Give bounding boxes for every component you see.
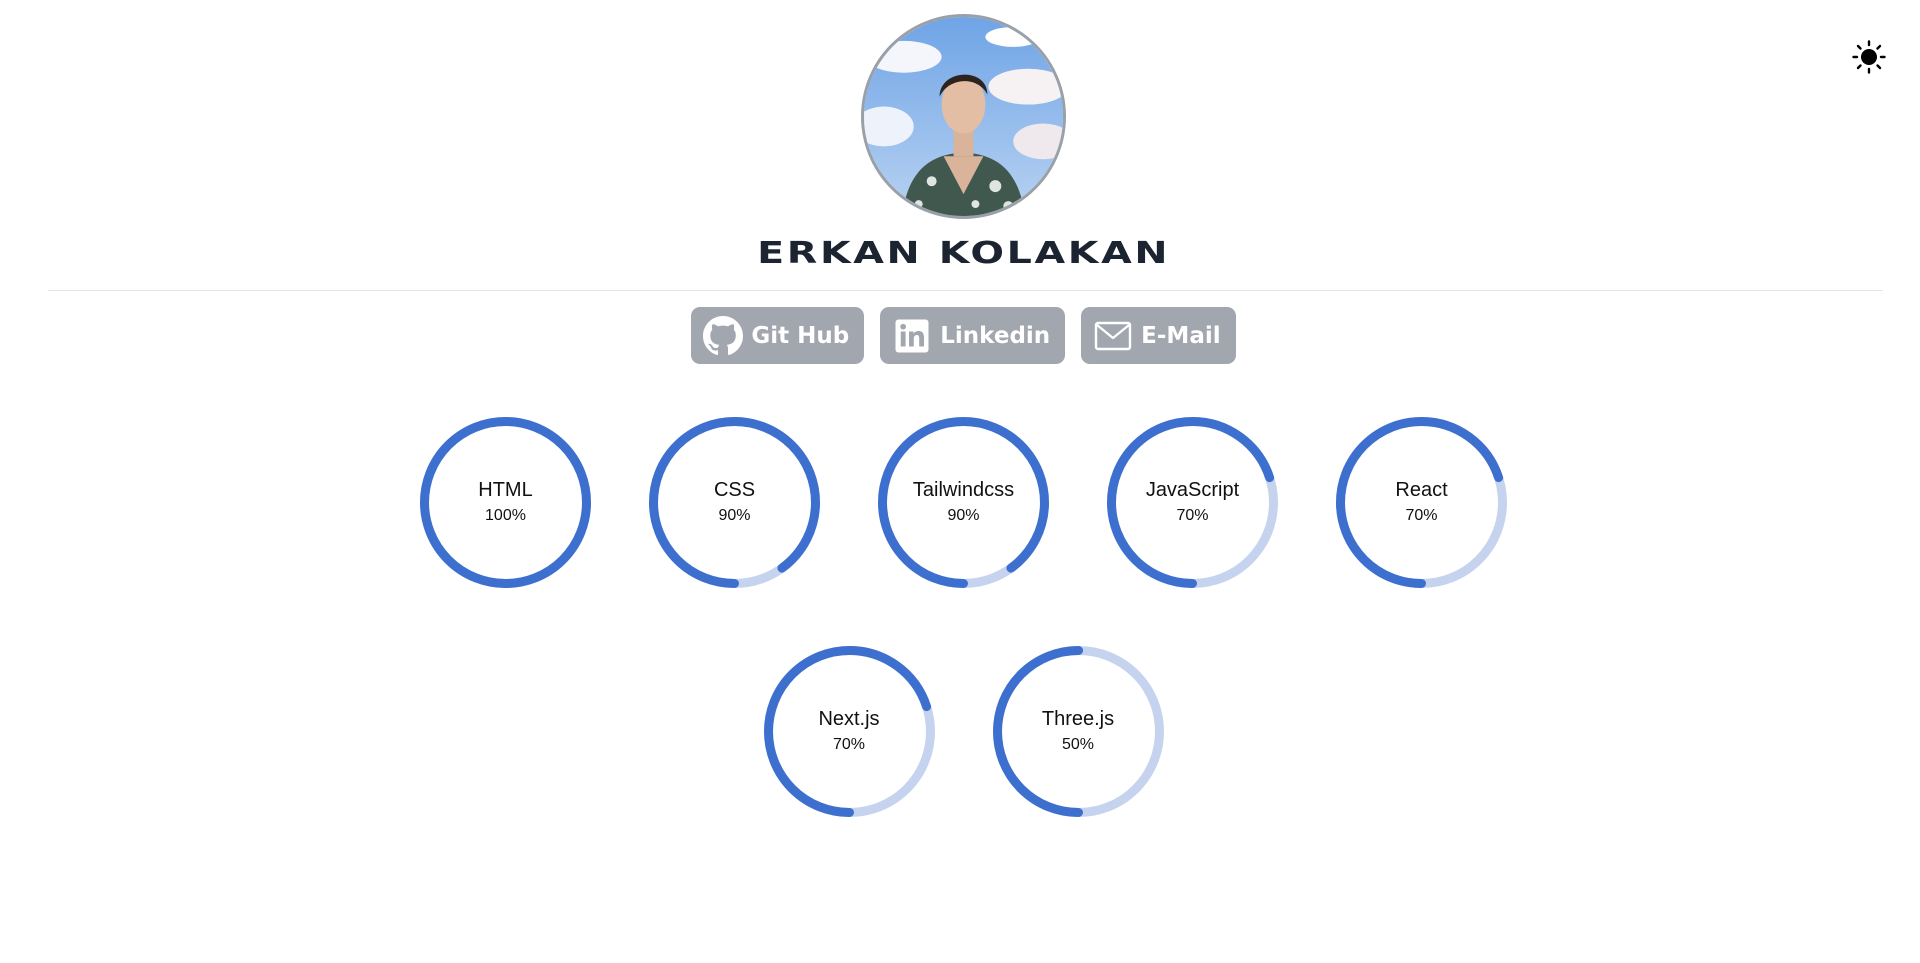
linkedin-label: Linkedin [940, 322, 1051, 349]
email-label: E-Mail [1141, 322, 1221, 349]
github-icon [703, 315, 744, 356]
github-button[interactable]: Git Hub [691, 307, 865, 364]
profile-name: ERKAN KOLAKAN [757, 236, 1171, 271]
progress-ring [878, 417, 1049, 588]
mail-icon [1093, 316, 1133, 356]
github-label: Git Hub [751, 322, 850, 349]
linkedin-button[interactable]: Linkedin [880, 307, 1066, 364]
skill-percent: 70% [832, 736, 866, 753]
skills-row: HTML 100% CSS 90% Tailwindcss 90% JavaSc… [0, 417, 1920, 588]
progress-ring [1336, 417, 1507, 588]
progress-fill [649, 417, 820, 588]
skill-react: React 70% [1336, 417, 1507, 588]
skill-css: CSS 90% [649, 417, 820, 588]
progress-ring [649, 417, 820, 588]
skill-name: HTML [478, 479, 533, 501]
progress-ring [420, 417, 591, 588]
linkedin-icon [892, 316, 932, 356]
skill-percent: 70% [1176, 507, 1209, 524]
profile-page: ERKAN KOLAKAN Git Hub Linkedin E-Mail HT… [0, 0, 1920, 963]
skill-name: CSS [713, 479, 756, 501]
sun-icon [1852, 40, 1886, 74]
progress-ring [763, 646, 935, 817]
skill-name: Three.js [1041, 708, 1115, 730]
skills-row: Next.js 70% Three.js 50% [0, 646, 1920, 817]
skills-section: HTML 100% CSS 90% Tailwindcss 90% JavaSc… [0, 417, 1920, 875]
skill-nextjs: Next.js 70% [763, 646, 935, 817]
skill-name: Next.js [818, 708, 880, 730]
skill-percent: 90% [947, 507, 980, 524]
theme-toggle-button[interactable] [1852, 40, 1886, 74]
skill-percent: 50% [1061, 736, 1095, 753]
skill-name: JavaScript [1145, 479, 1240, 501]
skill-threejs: Three.js 50% [992, 646, 1164, 817]
skill-percent: 90% [718, 507, 751, 524]
divider [48, 290, 1883, 291]
skill-percent: 100% [485, 507, 526, 524]
skill-tailwindcss: Tailwindcss 90% [878, 417, 1049, 588]
skill-html: HTML 100% [420, 417, 591, 588]
skill-name: React [1395, 479, 1448, 501]
progress-fill [420, 417, 591, 588]
avatar-image [864, 17, 1063, 216]
social-links: Git Hub Linkedin E-Mail [0, 307, 1920, 364]
progress-ring [992, 646, 1164, 817]
skill-javascript: JavaScript 70% [1107, 417, 1278, 588]
skill-name: Tailwindcss [912, 479, 1015, 501]
skill-percent: 70% [1405, 507, 1438, 524]
avatar [861, 14, 1066, 219]
progress-fill [878, 417, 1049, 588]
email-button[interactable]: E-Mail [1081, 307, 1236, 364]
progress-ring [1107, 417, 1278, 588]
